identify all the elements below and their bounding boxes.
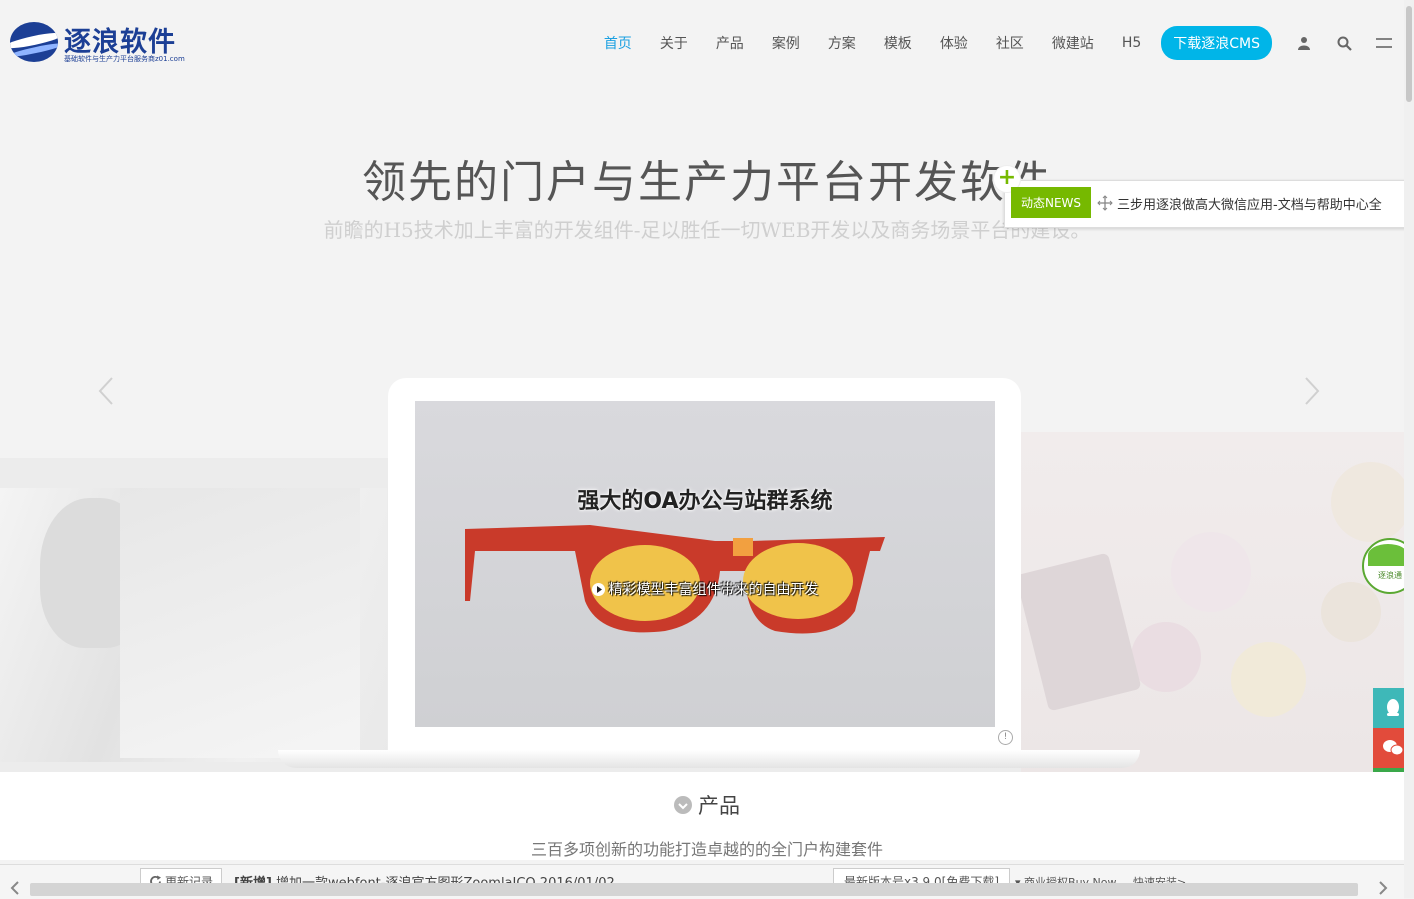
nav-item-about[interactable]: 关于 (660, 33, 688, 53)
glasses-illustration (465, 525, 885, 634)
play-icon[interactable] (591, 583, 605, 596)
chevron-down-circle-icon[interactable] (674, 796, 692, 814)
news-headline[interactable]: 三步用逐浪做高大微信应用-文档与帮助中心全 (1117, 194, 1382, 213)
site-header: 逐浪软件 基础软件与生产力平台服务商z01.com 首页 关于 产品 案例 方案… (0, 0, 1404, 90)
scroll-left-icon[interactable] (10, 880, 20, 899)
slide-screen[interactable]: 强大的OA办公与站群系统 精彩模型丰富组件带来的自由开发 (415, 401, 995, 727)
main-nav: 首页 关于 产品 案例 方案 模板 体验 社区 微建站 H5 下载逐浪CMS (590, 26, 1404, 60)
nav-item-solutions[interactable]: 方案 (828, 33, 856, 53)
move-icon[interactable] (1097, 195, 1113, 211)
chevron-left-icon[interactable] (94, 376, 118, 406)
news-badge[interactable]: 动态NEWS (1011, 187, 1092, 218)
news-ticker: + 动态NEWS 三步用逐浪做高大微信应用-文档与帮助中心全 (993, 165, 1414, 228)
products-heading-text: 产品 (698, 794, 740, 818)
nav-item-demo[interactable]: 体验 (940, 33, 968, 53)
nav-item-products[interactable]: 产品 (716, 33, 744, 53)
scrollbar-thumb[interactable] (1406, 6, 1412, 102)
slide-title: 强大的OA办公与站群系统 (577, 489, 833, 514)
nav-item-home[interactable]: 首页 (604, 33, 632, 53)
download-cms-button[interactable]: 下载逐浪CMS (1161, 26, 1272, 60)
user-icon[interactable] (1290, 29, 1318, 57)
nav-item-community[interactable]: 社区 (996, 33, 1024, 53)
menu-icon[interactable] (1370, 29, 1398, 57)
chevron-right-icon[interactable] (1300, 376, 1324, 406)
slide-subtitle: 精彩模型丰富组件带来的自由开发 (415, 579, 995, 599)
nav-item-templates[interactable]: 模板 (884, 33, 912, 53)
search-icon[interactable] (1330, 29, 1358, 57)
info-icon[interactable]: ! (998, 730, 1013, 745)
logo-tagline: 基础软件与生产力平台服务商z01.com (64, 55, 185, 63)
scroll-right-icon[interactable] (1378, 880, 1388, 899)
nav-item-h5[interactable]: H5 (1122, 35, 1141, 51)
nav-item-microsite[interactable]: 微建站 (1052, 33, 1094, 53)
nav-item-cases[interactable]: 案例 (772, 33, 800, 53)
horizontal-scrollbar[interactable] (30, 883, 1358, 896)
vertical-scrollbar[interactable] (1404, 0, 1414, 898)
products-subheading: 三百多项创新的功能打造卓越的的全门户构建套件 (530, 840, 883, 859)
slide-subtitle-text: 精彩模型丰富组件带来的自由开发 (608, 582, 819, 598)
hero-photo-woman (0, 488, 387, 762)
logo-icon[interactable] (10, 22, 58, 62)
laptop-base (278, 750, 1140, 768)
hero-photo-candy (1021, 432, 1414, 772)
products-heading: 产品 (0, 790, 1414, 820)
